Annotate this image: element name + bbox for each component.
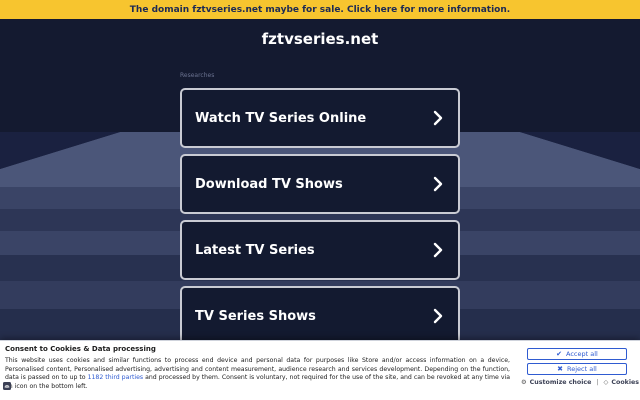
consent-description: This website uses cookies and similar fu… <box>5 357 510 391</box>
customize-choice-link[interactable]: Customize choice <box>530 379 592 386</box>
domain-for-sale-banner[interactable]: The domain fztvseries.net maybe for sale… <box>0 0 640 19</box>
site-title: fztvseries.net <box>261 30 379 48</box>
researches-label: Researches <box>180 72 215 79</box>
third-parties-link[interactable]: 1182 third parties <box>88 374 144 381</box>
gear-icon: ⚙ <box>521 379 527 386</box>
link-label[interactable]: Watch TV Series Online <box>195 111 366 126</box>
chevron-right-icon <box>433 242 443 258</box>
chevron-right-icon <box>433 308 443 324</box>
consent-secondary-links: ⚙ Customize choice | ◇ Cookies <box>521 379 639 386</box>
chevron-right-icon <box>433 110 443 126</box>
link-download-tv-shows[interactable]: Download TV Shows <box>180 154 460 214</box>
banner-text[interactable]: The domain fztvseries.net maybe for sale… <box>130 5 510 15</box>
cross-icon: ✖ <box>557 365 564 373</box>
link-label[interactable]: Download TV Shows <box>195 177 343 192</box>
cookies-link[interactable]: Cookies <box>611 379 639 386</box>
consent-title: Consent to Cookies & Data processing <box>5 345 156 353</box>
link-label[interactable]: Latest TV Series <box>195 243 315 258</box>
accept-all-button[interactable]: ✔ Accept all <box>527 348 627 360</box>
reject-all-label: Reject all <box>567 365 597 373</box>
link-latest-tv-series[interactable]: Latest TV Series <box>180 220 460 280</box>
diamond-icon: ◇ <box>603 379 609 386</box>
links-separator: | <box>596 379 599 386</box>
chevron-right-icon <box>433 176 443 192</box>
checkmark-icon: ✔ <box>556 350 563 358</box>
cookie-consent-dialog: Consent to Cookies & Data processing Thi… <box>0 340 640 400</box>
accept-all-label: Accept all <box>566 350 598 358</box>
related-links-list: Watch TV Series Online Download TV Shows… <box>180 88 460 352</box>
fingerprint-icon[interactable] <box>3 382 11 390</box>
link-label[interactable]: TV Series Shows <box>195 309 316 324</box>
link-tv-series-shows[interactable]: TV Series Shows <box>180 286 460 346</box>
link-watch-tv-series-online[interactable]: Watch TV Series Online <box>180 88 460 148</box>
reject-all-button[interactable]: ✖ Reject all <box>527 363 627 375</box>
